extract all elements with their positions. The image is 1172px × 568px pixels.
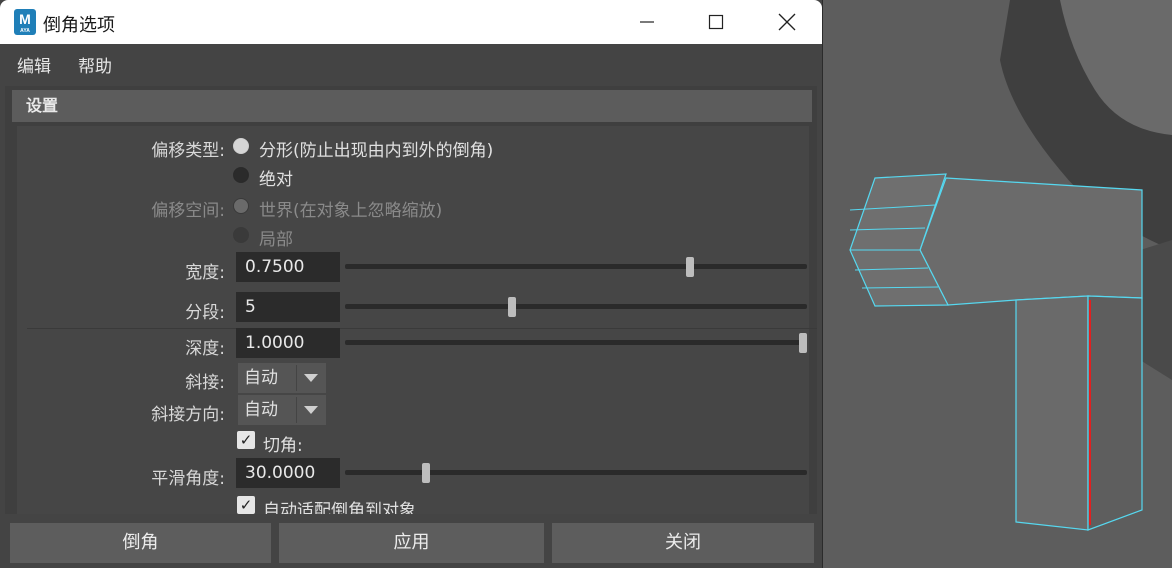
checkmark-icon: ✓ [239,496,253,514]
miter-dropdown[interactable]: 自动 [238,363,326,393]
offset-space-world-radio[interactable] [233,198,249,214]
smoothing-angle-field[interactable]: 30.0000 [236,458,340,488]
chamfer-label: 切角: [263,436,303,456]
section-header-settings[interactable]: 设置 [12,90,812,122]
chevron-down-icon [304,406,318,414]
chamfer-checkbox[interactable]: ✓ [237,431,255,449]
close-button[interactable]: 关闭 [552,523,814,563]
miter-along-label: 斜接方向: [151,405,225,425]
offset-space-local-label: 局部 [259,230,293,250]
miter-along-dropdown[interactable]: 自动 [238,395,326,425]
miter-along-value: 自动 [244,400,278,420]
offset-space-world-label: 世界(在对象上忽略缩放) [259,201,443,221]
minimize-icon [640,21,654,23]
width-label: 宽度: [185,263,225,283]
segments-field[interactable]: 5 [236,292,340,322]
offset-type-label: 偏移类型: [151,141,225,161]
minimize-button[interactable] [612,0,682,44]
dropdown-separator [296,397,297,423]
section-body: 偏移类型: 分形(防止出现由内到外的倒角) 绝对 偏移空间: 世界(在对象上忽略… [17,126,817,514]
offset-type-fractional-radio[interactable] [233,138,249,154]
checkmark-icon: ✓ [239,431,253,449]
maximize-button[interactable] [681,0,751,44]
offset-type-absolute-radio[interactable] [233,167,249,183]
maximize-icon [708,14,724,30]
width-slider-thumb[interactable] [685,257,694,277]
smoothing-angle-label: 平滑角度: [151,469,225,489]
miter-value: 自动 [244,368,278,388]
window-title: 倒角选项 [43,15,115,36]
dropdown-separator [296,365,297,391]
menu-help[interactable]: 帮助 [78,52,112,77]
bevel-options-dialog: M AYA 倒角选项 编辑 帮助 设置 偏移类型: 分形(防止出现由内到外的倒角)… [0,0,823,568]
segments-label: 分段: [185,303,225,323]
depth-slider-track[interactable] [345,340,807,345]
menu-bar: 编辑 帮助 [0,44,822,82]
offset-space-local-radio[interactable] [233,227,249,243]
offset-space-label: 偏移空间: [151,201,225,221]
depth-field[interactable]: 1.0000 [236,328,340,358]
settings-panel[interactable]: 设置 偏移类型: 分形(防止出现由内到外的倒角) 绝对 偏移空间: 世界(在对象… [5,86,817,514]
width-slider-track[interactable] [345,264,807,269]
close-icon [778,13,796,31]
width-field[interactable]: 0.7500 [236,252,340,282]
bevel-button[interactable]: 倒角 [10,523,271,563]
maya-app-icon: M AYA [14,9,36,35]
offset-type-absolute-label: 绝对 [259,170,293,190]
auto-fit-label: 自动适配倒角到对象 [263,501,416,514]
button-bar: 倒角 应用 关闭 [0,514,822,568]
segments-slider-thumb[interactable] [508,297,517,317]
smoothing-angle-slider-thumb[interactable] [422,463,431,483]
divider [27,328,817,329]
chevron-down-icon [304,374,318,382]
apply-button[interactable]: 应用 [279,523,544,563]
segments-slider-track[interactable] [345,304,807,309]
auto-fit-checkbox[interactable]: ✓ [237,496,255,514]
title-bar[interactable]: M AYA 倒角选项 [0,0,822,44]
depth-label: 深度: [185,339,225,359]
menu-edit[interactable]: 编辑 [17,52,51,77]
smoothing-angle-slider-track[interactable] [345,470,807,475]
close-window-button[interactable] [752,0,822,44]
depth-slider-thumb[interactable] [799,333,807,353]
offset-type-fractional-label: 分形(防止出现由内到外的倒角) [259,141,494,161]
miter-label: 斜接: [185,373,225,393]
